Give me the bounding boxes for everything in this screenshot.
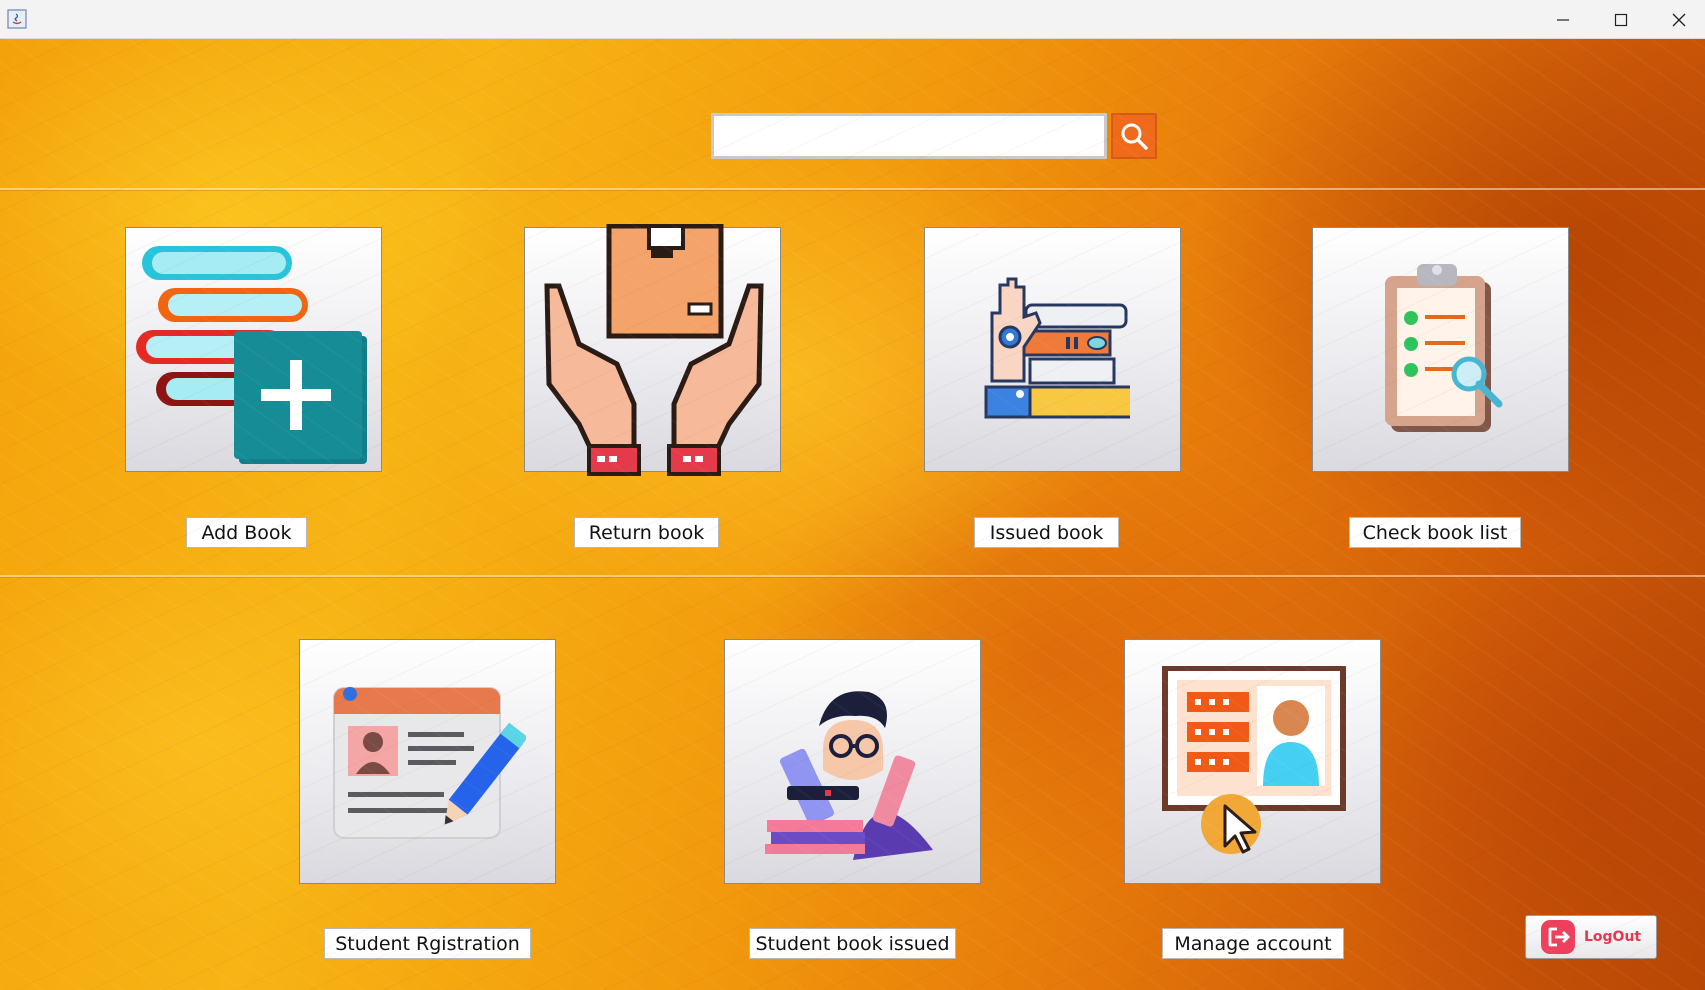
logout-label: LogOut	[1584, 929, 1642, 945]
maximize-button[interactable]	[1592, 0, 1650, 39]
check-book-list-label[interactable]: Check book list	[1349, 517, 1521, 548]
search-button[interactable]	[1111, 113, 1157, 159]
close-icon	[1672, 13, 1686, 26]
student-registration-label[interactable]: Student Rgistration	[324, 928, 531, 959]
add-book-tile[interactable]	[125, 227, 382, 472]
books-add-icon	[136, 246, 367, 464]
divider-middle	[0, 575, 1705, 577]
manage-account-tile[interactable]	[1124, 639, 1381, 884]
manage-account-label[interactable]: Manage account	[1162, 928, 1344, 959]
logout-button[interactable]: LogOut	[1525, 915, 1657, 959]
issued-book-tile[interactable]	[924, 227, 1181, 472]
divider-top	[0, 188, 1705, 190]
issued-book-label[interactable]: Issued book	[974, 517, 1119, 548]
close-button[interactable]	[1650, 0, 1705, 39]
student-registration-tile[interactable]	[299, 639, 556, 884]
student-book-issued-tile[interactable]	[724, 639, 981, 884]
id-card-edit-icon	[333, 687, 526, 839]
hands-box-icon	[544, 224, 764, 476]
main-panel: Add Book Return book Issued book Check b…	[0, 39, 1705, 990]
java-app-icon	[7, 9, 27, 29]
search-input[interactable]	[711, 113, 1107, 159]
minimize-icon	[1557, 18, 1569, 21]
minimize-button[interactable]	[1534, 0, 1592, 39]
student-books-icon	[765, 691, 933, 860]
student-book-issued-label[interactable]: Student book issued	[749, 928, 956, 959]
maximize-icon	[1614, 13, 1628, 26]
check-book-list-tile[interactable]	[1312, 227, 1569, 472]
logout-icon	[1541, 920, 1575, 954]
return-book-label[interactable]: Return book	[574, 517, 719, 548]
account-board-icon	[1162, 666, 1346, 854]
hand-books-gear-icon	[984, 277, 1130, 419]
window-titlebar	[0, 0, 1705, 39]
search-icon	[1121, 123, 1148, 150]
clipboard-search-icon	[1385, 264, 1503, 432]
add-book-label[interactable]: Add Book	[186, 517, 307, 548]
return-book-tile[interactable]	[524, 224, 781, 476]
